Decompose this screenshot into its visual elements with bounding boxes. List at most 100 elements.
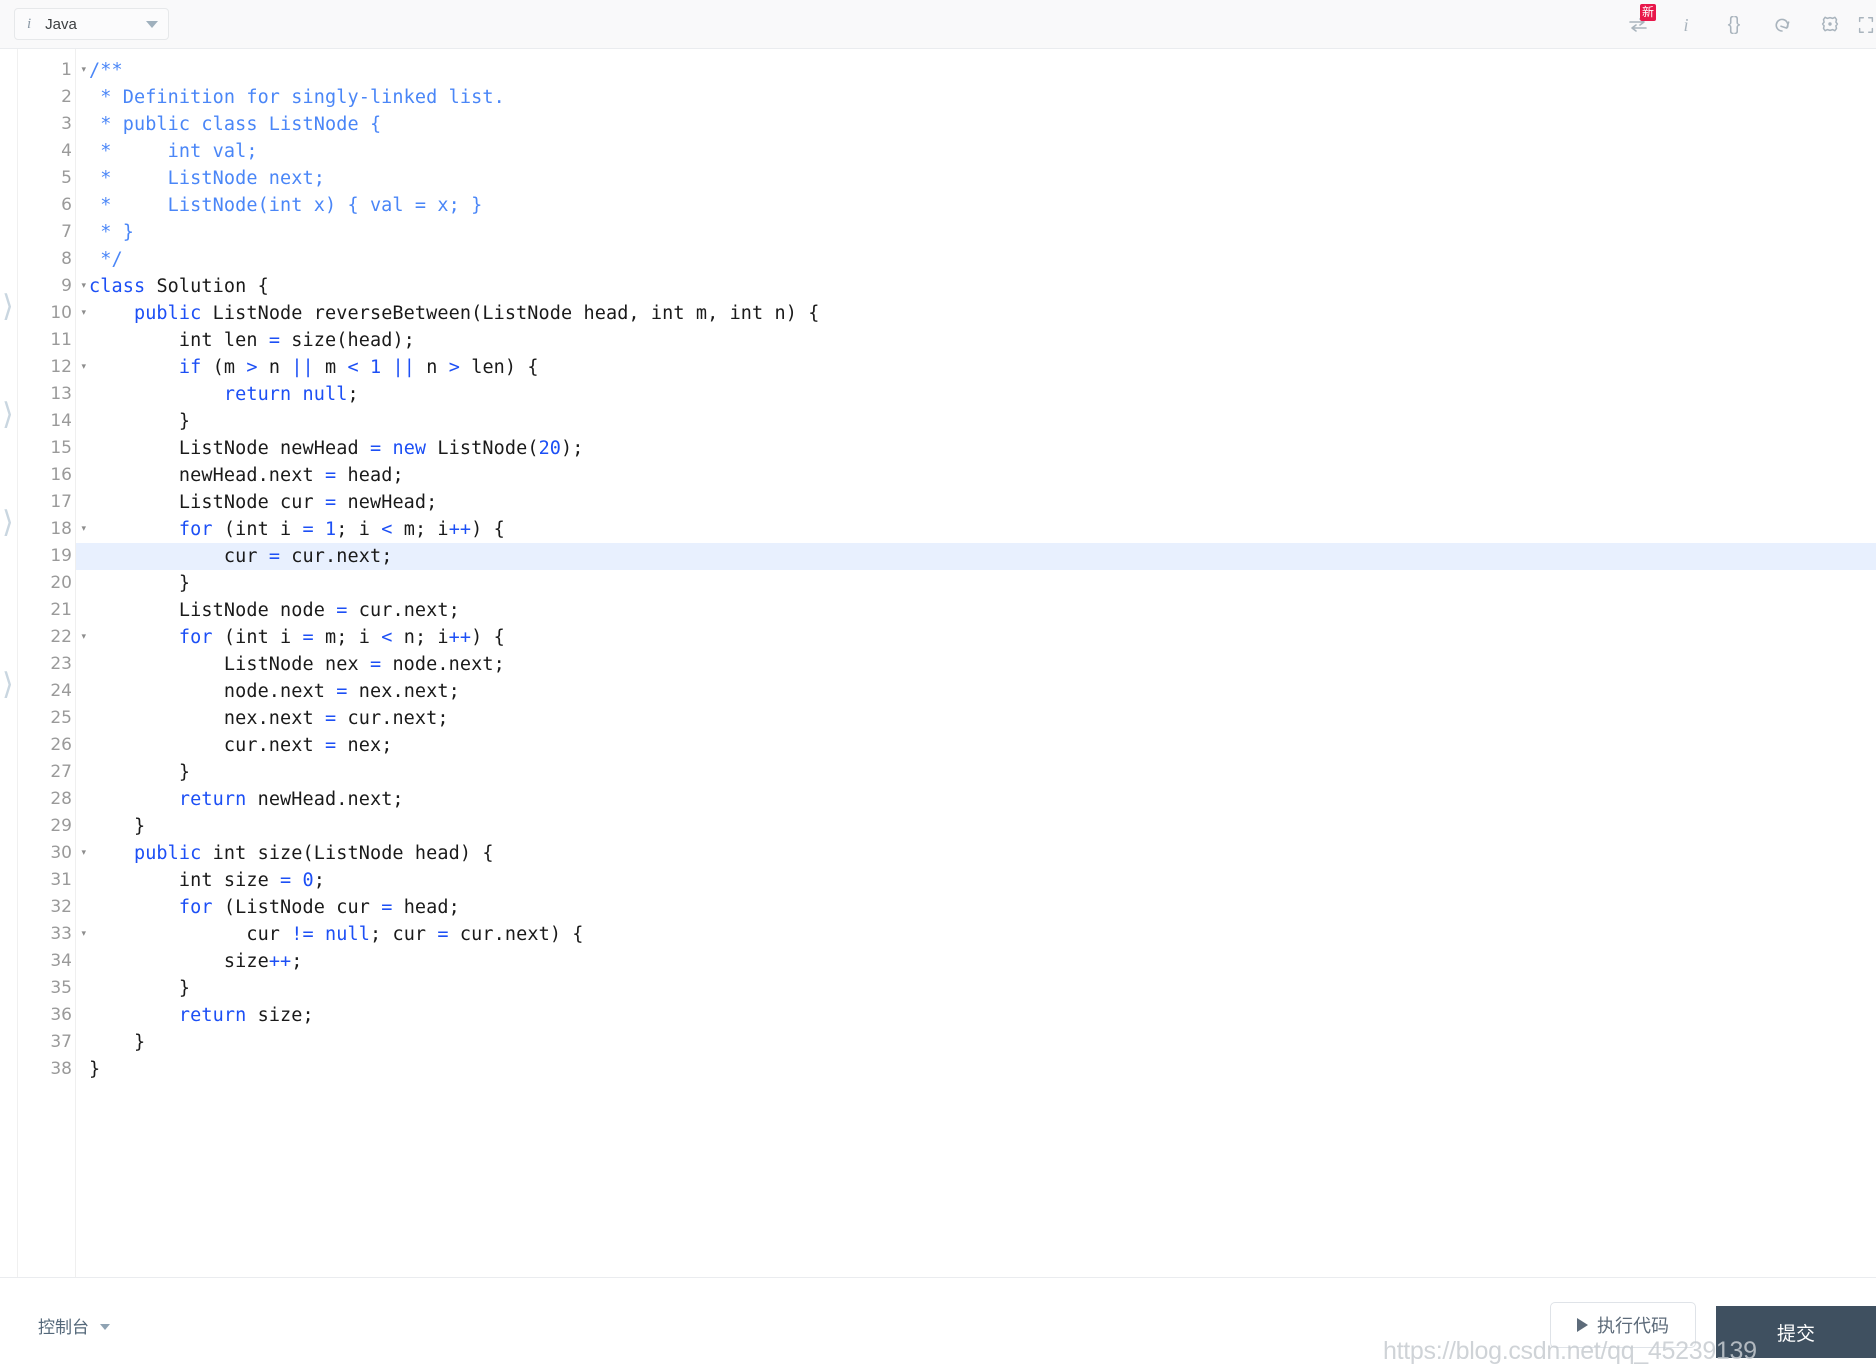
line-number: 15	[50, 438, 72, 458]
line-number: 26	[50, 735, 72, 755]
code-line[interactable]: return null;	[76, 381, 1876, 408]
code-line[interactable]: }	[76, 570, 1876, 597]
console-toggle[interactable]: 控制台	[38, 1313, 110, 1338]
line-number: 18 ▾	[18, 516, 86, 543]
code-line[interactable]: public int size(ListNode head) {	[76, 840, 1876, 867]
code-token: n	[415, 357, 449, 378]
code-line[interactable]: for (int i = m; i < n; i++) {	[76, 624, 1876, 651]
code-token: =	[336, 600, 348, 621]
line-number: 16	[50, 465, 72, 485]
code-content[interactable]: /** * Definition for singly-linked list.…	[76, 49, 1876, 1277]
code-token: nex.next;	[347, 681, 460, 702]
code-line[interactable]: * ListNode(int x) { val = x; }	[76, 192, 1876, 219]
code-line[interactable]: * }	[76, 219, 1876, 246]
code-line[interactable]: * public class ListNode {	[76, 111, 1876, 138]
code-token: n; i	[392, 627, 449, 648]
code-line[interactable]: }	[76, 813, 1876, 840]
code-line[interactable]: size++;	[76, 948, 1876, 975]
bracket-match-marker: ⟩	[2, 397, 14, 432]
line-number: 1 ▾	[18, 57, 86, 84]
code-line[interactable]: ListNode node = cur.next;	[76, 597, 1876, 624]
code-token: =	[437, 924, 449, 945]
code-line[interactable]: cur != null; cur = cur.next) {	[76, 921, 1876, 948]
code-line[interactable]: int len = size(head);	[76, 327, 1876, 354]
code-token: newHead.next	[89, 465, 325, 486]
code-token: <	[381, 519, 393, 540]
code-line[interactable]: for (int i = 1; i < m; i++) {	[76, 516, 1876, 543]
code-line[interactable]: * int val;	[76, 138, 1876, 165]
code-token: ++	[268, 951, 292, 972]
code-token: >	[448, 357, 460, 378]
code-token: =	[369, 654, 382, 675]
code-line[interactable]: }	[76, 975, 1876, 1002]
code-token: ListNode nex	[89, 654, 370, 675]
code-line[interactable]: for (ListNode cur = head;	[76, 894, 1876, 921]
curly-braces-icon-button[interactable]: {}	[1710, 0, 1758, 49]
line-number: 32	[50, 897, 72, 917]
submit-button[interactable]: 提交	[1716, 1306, 1876, 1358]
code-line[interactable]: class Solution {	[76, 273, 1876, 300]
line-number: 33 ▾	[18, 921, 86, 948]
code-line[interactable]: ListNode newHead = new ListNode(20);	[76, 435, 1876, 462]
code-line[interactable]: /**	[76, 57, 1876, 84]
run-code-button[interactable]: 执行代码	[1550, 1302, 1696, 1348]
code-token: ; cur	[369, 924, 438, 945]
code-line[interactable]: cur.next = nex;	[76, 732, 1876, 759]
settings-gear-icon	[1821, 16, 1839, 31]
line-number: 3	[61, 114, 72, 134]
code-token: ++	[448, 627, 472, 648]
code-token: return	[223, 384, 292, 405]
code-line[interactable]: node.next = nex.next;	[76, 678, 1876, 705]
code-line[interactable]: }	[76, 1029, 1876, 1056]
code-token: size(head);	[280, 330, 415, 351]
code-line[interactable]: }	[76, 759, 1876, 786]
settings-gear-icon-button[interactable]	[1806, 0, 1854, 49]
code-line[interactable]: ListNode nex = node.next;	[76, 651, 1876, 678]
code-line[interactable]: }	[76, 408, 1876, 435]
code-line[interactable]: nex.next = cur.next;	[76, 705, 1876, 732]
undo-reset-icon-button[interactable]	[1758, 0, 1806, 49]
line-number: 6	[61, 195, 72, 215]
code-line[interactable]: * Definition for singly-linked list.	[76, 84, 1876, 111]
code-line[interactable]: }	[76, 1056, 1876, 1083]
code-token: }	[89, 1032, 146, 1053]
code-token: ; i	[336, 519, 382, 540]
fold-rail: ⟩ ⟩ ⟩ ⟩	[0, 49, 18, 1277]
code-line[interactable]: cur = cur.next;	[76, 543, 1876, 570]
language-selector[interactable]: i Java	[14, 8, 169, 40]
code-token: ;	[347, 384, 359, 405]
code-token: }	[89, 1059, 101, 1080]
code-token: =	[268, 546, 281, 567]
code-line[interactable]: ListNode cur = newHead;	[76, 489, 1876, 516]
code-token: int len	[89, 330, 269, 351]
code-token: =	[325, 465, 337, 486]
code-line[interactable]: */	[76, 246, 1876, 273]
line-number: 25	[50, 708, 72, 728]
code-token: }	[89, 411, 191, 432]
code-line[interactable]: return newHead.next;	[76, 786, 1876, 813]
code-line[interactable]: newHead.next = head;	[76, 462, 1876, 489]
code-token: * ListNode(int x) { val = x; }	[89, 195, 483, 216]
code-line[interactable]: * ListNode next;	[76, 165, 1876, 192]
code-token: cur.next;	[280, 546, 393, 567]
info-icon: i	[1683, 14, 1689, 35]
code-token: =	[302, 519, 314, 540]
new-badge: 新	[1640, 4, 1657, 21]
code-token: m	[313, 357, 348, 378]
code-line[interactable]: return size;	[76, 1002, 1876, 1029]
line-number: 23	[50, 654, 72, 674]
code-line[interactable]: if (m > n || m < 1 || n > len) {	[76, 354, 1876, 381]
code-line[interactable]: public ListNode reverseBetween(ListNode …	[76, 300, 1876, 327]
code-line[interactable]: int size = 0;	[76, 867, 1876, 894]
swap-arrows-icon-button[interactable]: 新	[1614, 0, 1662, 49]
fullscreen-icon-button[interactable]	[1854, 0, 1876, 49]
code-token: head;	[392, 897, 460, 918]
code-token: return	[178, 1005, 247, 1026]
line-number: 14	[50, 411, 72, 431]
code-token: (int i	[212, 519, 303, 540]
code-token: ListNode node	[89, 600, 337, 621]
info-icon-button[interactable]: i	[1662, 0, 1710, 49]
run-code-label: 执行代码	[1597, 1316, 1669, 1336]
